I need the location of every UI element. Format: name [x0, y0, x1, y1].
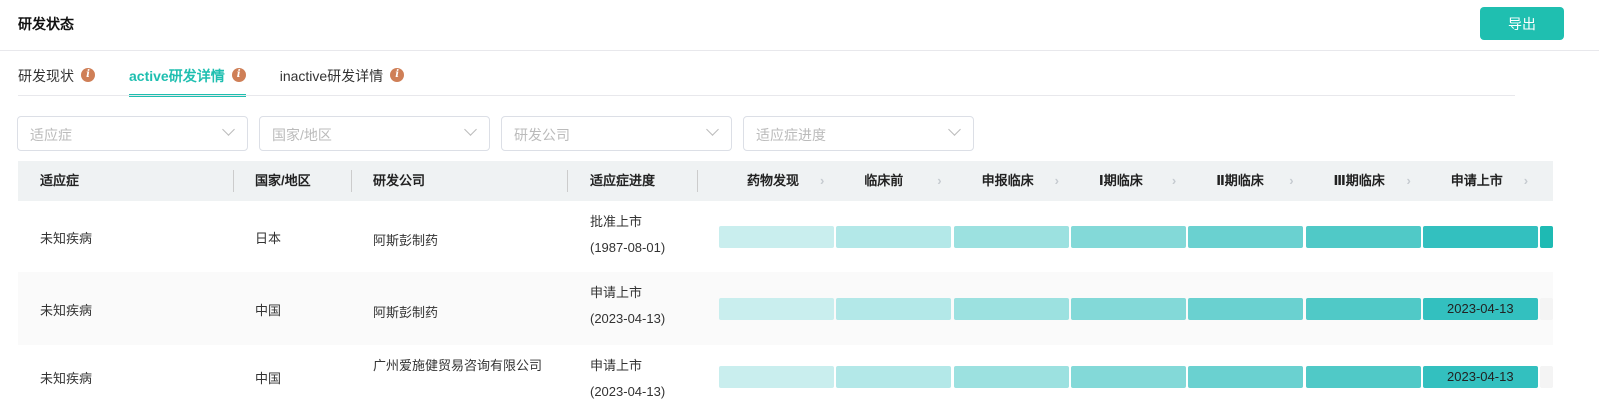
company-select[interactable]: 研发公司 [501, 116, 732, 151]
arrow-right-icon: › [1171, 173, 1177, 188]
indication-cell: 未知疾病 [40, 302, 93, 318]
page-title: 研发状态 [18, 16, 74, 32]
col-stage: 申请上市 [1450, 173, 1503, 188]
chevron-down-icon [222, 123, 235, 136]
tabs: 研发现状 i active研发详情 i inactive研发详情 i [18, 66, 438, 97]
country-select[interactable]: 国家/地区 [259, 116, 490, 151]
info-icon[interactable]: i [231, 68, 246, 82]
col-stage: Ⅲ期临床 [1333, 173, 1385, 188]
indication-cell: 未知疾病 [40, 230, 93, 246]
col-company: 研发公司 [373, 173, 426, 188]
indication-cell: 未知疾病 [40, 371, 93, 386]
stage-bar [1188, 225, 1304, 248]
stage-bar [1540, 225, 1554, 248]
table-row: 未知疾病 中国 阿斯彭制药 申请上市 (2023-04-13) 2023-04-13 [18, 272, 1554, 345]
col-stage: Ⅱ期临床 [1216, 173, 1264, 188]
stage-bar [836, 297, 952, 320]
stage-bar [1305, 366, 1421, 388]
stage-bar [1070, 366, 1186, 388]
tab-label: 研发现状 [18, 68, 74, 84]
placeholder: 适应症进度 [756, 127, 826, 143]
stage-bar [953, 366, 1069, 388]
column-divider [351, 170, 352, 192]
stage-bar [1188, 366, 1304, 388]
col-stage: 临床前 [864, 173, 904, 188]
table-row: 未知疾病 日本 阿斯彭制药 批准上市 (1987-08-01) [18, 201, 1554, 272]
col-progress: 适应症进度 [590, 173, 656, 188]
tab-active-details[interactable]: active研发详情 i [129, 66, 246, 97]
info-icon[interactable]: i [390, 68, 405, 82]
progress-text: 申请上市 [590, 285, 643, 300]
arrow-right-icon: › [937, 173, 942, 188]
company-cell: 阿斯彭制药 [373, 304, 439, 320]
arrow-right-icon: › [1054, 173, 1059, 188]
tab-inactive-details[interactable]: inactive研发详情 i [279, 66, 405, 96]
progress-cell: 申请上市 (2023-04-13) [590, 280, 710, 332]
stage-bar [1070, 297, 1186, 320]
tab-status[interactable]: 研发现状 i [18, 66, 95, 96]
chevron-down-icon [706, 123, 719, 136]
stage-bar [1070, 225, 1186, 248]
col-country: 国家/地区 [255, 173, 311, 188]
progress-select[interactable]: 适应症进度 [743, 116, 974, 151]
stage-bar [1305, 297, 1421, 320]
stage-bar [1305, 225, 1421, 248]
export-button[interactable]: 导出 [1480, 7, 1564, 40]
indication-select[interactable]: 适应症 [17, 116, 248, 151]
progress-text: 批准上市 [590, 214, 643, 229]
stage-bar [1540, 366, 1554, 388]
progress-text: (2023-04-13) [590, 384, 666, 399]
progress-text: 申请上市 [590, 358, 643, 373]
column-divider [697, 170, 698, 192]
company-cell: 广州爱施健贸易咨询有限公司 [373, 358, 543, 373]
column-divider [567, 170, 568, 192]
stage-bar [719, 366, 834, 388]
col-stage: 申报临床 [981, 173, 1034, 188]
stage-date-label: 2023-04-13 [1422, 297, 1538, 320]
placeholder: 适应症 [30, 127, 72, 143]
table-header: 适应症 国家/地区 研发公司 适应症进度 药物发现 › 临床前 › 申报临床 › Ⅰ期临床 ›… [18, 161, 1553, 201]
stage-bar [836, 366, 952, 388]
country-cell: 中国 [255, 302, 282, 318]
stage-bar [836, 225, 952, 248]
country-cell: 日本 [255, 230, 282, 246]
arrow-right-icon: › [1406, 173, 1411, 188]
tab-label: inactive研发详情 [279, 68, 384, 84]
arrow-right-icon: › [1289, 173, 1294, 188]
chevron-down-icon [948, 123, 961, 136]
arrow-right-icon: › [1523, 173, 1529, 188]
stage-bar [1188, 297, 1304, 320]
progress-text: (2023-04-13) [590, 311, 666, 326]
stage-bar [1422, 225, 1538, 248]
stage-bar [719, 225, 834, 248]
stage-bar [1540, 297, 1554, 320]
placeholder: 国家/地区 [272, 127, 332, 143]
stage-bar [719, 297, 834, 320]
table-row: 未知疾病 中国 广州爱施健贸易咨询有限公司 申请上市 (2023-04-13) 2023-… [18, 345, 1554, 409]
col-stage: Ⅰ期临床 [1098, 173, 1143, 188]
stage-date-label: 2023-04-13 [1422, 366, 1538, 388]
progress-cell: 申请上市 (2023-04-13) [590, 353, 710, 405]
progress-text: (1987-08-01) [590, 240, 666, 255]
stage-bar [953, 225, 1069, 248]
company-cell: 阿斯彭制药 [373, 232, 439, 248]
divider [18, 95, 1515, 96]
divider [0, 50, 1599, 51]
stage-bar [953, 297, 1069, 320]
tab-label: active研发详情 [129, 68, 225, 84]
col-stage: 药物发现 [747, 173, 800, 188]
arrow-right-icon: › [820, 173, 825, 188]
placeholder: 研发公司 [514, 127, 570, 143]
info-icon[interactable]: i [81, 68, 95, 82]
col-indication: 适应症 [40, 173, 80, 188]
chevron-down-icon [464, 123, 477, 136]
column-divider [233, 170, 234, 192]
country-cell: 中国 [255, 371, 282, 386]
progress-cell: 批准上市 (1987-08-01) [590, 209, 710, 261]
